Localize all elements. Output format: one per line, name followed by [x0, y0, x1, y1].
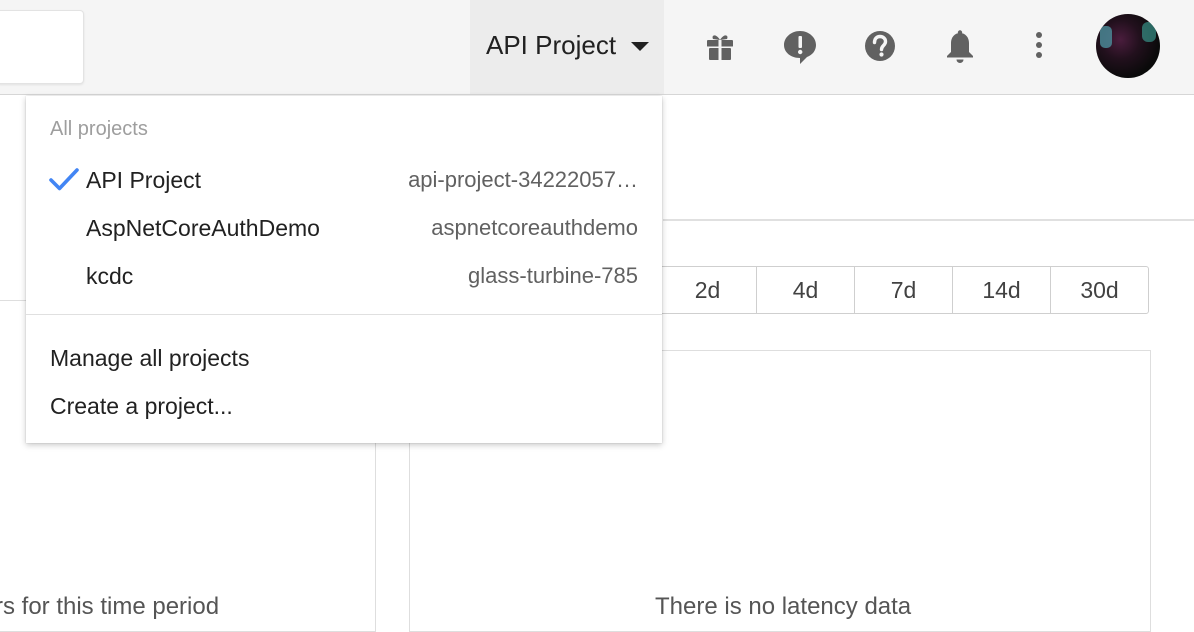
search-input[interactable]: [0, 10, 84, 84]
errors-empty-message: rs for this time period: [0, 593, 220, 620]
range-4d-button[interactable]: 4d: [756, 267, 854, 313]
top-bar: API Project: [0, 0, 1194, 95]
account-avatar[interactable]: [1096, 14, 1160, 78]
project-selector-button[interactable]: API Project: [470, 0, 664, 94]
project-row-aspnetcoreauthdemo[interactable]: AspNetCoreAuthDemo aspnetcoreauthdemo: [26, 204, 662, 252]
project-row-api-project[interactable]: API Project api-project-34222057…: [26, 156, 662, 204]
notifications-icon[interactable]: [940, 27, 980, 67]
latency-empty-message: There is no latency data: [655, 593, 912, 620]
all-projects-header: All projects: [50, 118, 148, 140]
project-name: API Project: [86, 167, 202, 193]
range-14d-button[interactable]: 14d: [952, 267, 1050, 313]
range-2d-button[interactable]: 2d: [659, 267, 756, 313]
project-row-kcdc[interactable]: kcdc glass-turbine-785: [26, 252, 662, 300]
current-project-name: API Project: [486, 30, 617, 60]
project-name: AspNetCoreAuthDemo: [86, 215, 320, 241]
project-id: glass-turbine-785: [468, 263, 638, 288]
menu-divider: [26, 314, 662, 315]
help-icon[interactable]: [860, 27, 900, 67]
time-range-selector: 2d 4d 7d 14d 30d: [658, 266, 1149, 314]
project-name: kcdc: [86, 263, 134, 289]
project-id: api-project-34222057…: [408, 167, 638, 192]
project-id: aspnetcoreauthdemo: [431, 215, 638, 240]
section-divider: [663, 219, 1194, 221]
manage-all-projects-link[interactable]: Manage all projects: [50, 345, 249, 372]
more-vert-icon[interactable]: [1019, 27, 1059, 67]
create-project-link[interactable]: Create a project...: [50, 393, 233, 420]
range-7d-button[interactable]: 7d: [854, 267, 952, 313]
gift-icon[interactable]: [700, 27, 740, 67]
checkmark-icon: [48, 166, 80, 194]
project-dropdown-menu: All projects API Project api-project-342…: [26, 96, 662, 443]
feedback-icon[interactable]: [780, 27, 820, 67]
range-30d-button[interactable]: 30d: [1050, 267, 1148, 313]
caret-down-icon: [631, 42, 649, 51]
